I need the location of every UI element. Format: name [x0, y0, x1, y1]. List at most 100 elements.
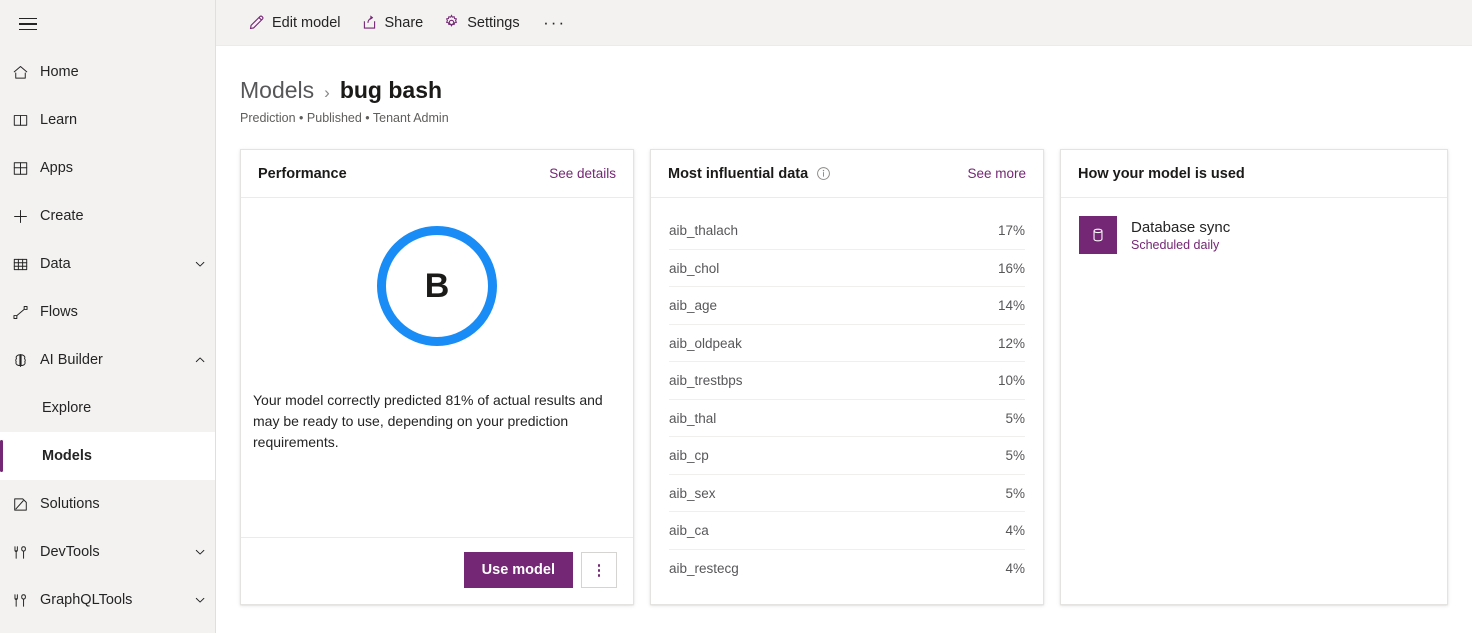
- sidebar-item-data[interactable]: Data: [0, 240, 215, 288]
- sidebar-item-label: Apps: [40, 160, 215, 176]
- see-details-link[interactable]: See details: [549, 166, 616, 181]
- sidebar-item-models[interactable]: Models: [0, 432, 215, 480]
- influential-data-row: aib_ca4%: [669, 512, 1025, 550]
- cards-row: Performance See details B Your model cor…: [240, 149, 1448, 605]
- sidebar-item-label: GraphQLTools: [40, 592, 185, 608]
- overflow-menu-button[interactable]: ···: [538, 7, 572, 39]
- edit-model-button[interactable]: Edit model: [240, 7, 349, 39]
- sidebar-item-label: Learn: [40, 112, 215, 128]
- influential-data-name: aib_age: [669, 298, 998, 313]
- influential-data-name: aib_cp: [669, 448, 1005, 463]
- performance-card-footer: Use model: [241, 537, 633, 604]
- performance-card: Performance See details B Your model cor…: [240, 149, 634, 605]
- sidebar-item-home[interactable]: Home: [0, 48, 215, 96]
- influential-data-name: aib_oldpeak: [669, 336, 998, 351]
- usage-card-body: Database sync Scheduled daily: [1061, 198, 1447, 604]
- chevron-down-icon[interactable]: [185, 593, 215, 607]
- usage-item-subtitle: Scheduled daily: [1131, 238, 1230, 252]
- sidebar-item-label: Models: [42, 448, 215, 464]
- performance-more-options-button[interactable]: [581, 552, 617, 588]
- sidebar-nav: Home Learn Apps Create Data Flows AI Builder Ex…: [0, 48, 215, 624]
- influential-data-name: aib_sex: [669, 486, 1005, 501]
- influential-card-body: aib_thalach17%aib_chol16%aib_age14%aib_o…: [651, 198, 1043, 604]
- influential-card-title-text: Most influential data: [668, 166, 808, 182]
- performance-description: Your model correctly predicted 81% of ac…: [241, 390, 633, 453]
- edit-model-label: Edit model: [272, 15, 341, 31]
- breadcrumb-parent-link[interactable]: Models: [240, 78, 314, 103]
- sidebar-item-label: DevTools: [40, 544, 185, 560]
- settings-button[interactable]: Settings: [435, 7, 527, 39]
- flow-icon: [12, 302, 40, 322]
- grade-ring: B: [377, 226, 497, 346]
- brain-icon: [12, 350, 40, 370]
- grade-gauge: B: [241, 198, 633, 346]
- sidebar: Home Learn Apps Create Data Flows AI Builder Ex…: [0, 0, 216, 633]
- sidebar-item-flows[interactable]: Flows: [0, 288, 215, 336]
- influential-data-value: 17%: [998, 223, 1025, 238]
- influential-data-name: aib_trestbps: [669, 373, 998, 388]
- usage-item[interactable]: Database sync Scheduled daily: [1079, 216, 1429, 254]
- apps-icon: [12, 158, 40, 178]
- sidebar-item-learn[interactable]: Learn: [0, 96, 215, 144]
- chevron-up-icon[interactable]: [185, 353, 215, 367]
- tools-icon: [12, 542, 40, 562]
- sidebar-item-label: Flows: [40, 304, 215, 320]
- use-model-button[interactable]: Use model: [464, 552, 573, 588]
- influential-data-row: aib_age14%: [669, 287, 1025, 325]
- influential-data-name: aib_thal: [669, 411, 1005, 426]
- influential-data-row: aib_chol16%: [669, 250, 1025, 288]
- influential-data-row: aib_sex5%: [669, 475, 1025, 513]
- main-content: Edit model Share: [216, 0, 1472, 633]
- influential-card-header: Most influential data See more: [651, 150, 1043, 198]
- sidebar-item-explore[interactable]: Explore: [0, 384, 215, 432]
- influential-data-name: aib_thalach: [669, 223, 998, 238]
- see-more-link[interactable]: See more: [967, 166, 1026, 181]
- command-bar: Edit model Share: [216, 0, 1472, 46]
- influential-data-name: aib_restecg: [669, 561, 1005, 576]
- influential-data-row: aib_oldpeak12%: [669, 325, 1025, 363]
- database-icon: [1079, 216, 1117, 254]
- influential-data-name: aib_chol: [669, 261, 998, 276]
- chevron-down-icon[interactable]: [185, 545, 215, 559]
- sidebar-item-solutions[interactable]: Solutions: [0, 480, 215, 528]
- usage-card: How your model is used Database sync Sche…: [1060, 149, 1448, 605]
- sidebar-item-label: Explore: [42, 400, 215, 416]
- influential-data-row: aib_thal5%: [669, 400, 1025, 438]
- grade-letter: B: [425, 269, 450, 303]
- info-icon[interactable]: [816, 166, 831, 181]
- settings-label: Settings: [467, 15, 519, 31]
- page-container: Models › bug bash Prediction • Published…: [216, 46, 1472, 605]
- sidebar-item-apps[interactable]: Apps: [0, 144, 215, 192]
- sidebar-item-label: AI Builder: [40, 352, 185, 368]
- sidebar-item-ai-builder[interactable]: AI Builder: [0, 336, 215, 384]
- influential-data-value: 12%: [998, 336, 1025, 351]
- breadcrumb: Models › bug bash: [240, 78, 1448, 103]
- sidebar-item-label: Data: [40, 256, 185, 272]
- usage-card-header: How your model is used: [1061, 150, 1447, 198]
- sidebar-item-create[interactable]: Create: [0, 192, 215, 240]
- performance-card-header: Performance See details: [241, 150, 633, 198]
- table-icon: [12, 254, 40, 274]
- usage-item-title: Database sync: [1131, 219, 1230, 236]
- performance-card-title: Performance: [258, 166, 549, 182]
- hamburger-icon[interactable]: [4, 0, 52, 48]
- influential-data-name: aib_ca: [669, 523, 1005, 538]
- gear-icon: [443, 14, 460, 31]
- page-title: bug bash: [340, 78, 442, 103]
- influential-card-title: Most influential data: [668, 166, 967, 182]
- sidebar-item-graphqltools[interactable]: GraphQLTools: [0, 576, 215, 624]
- influential-data-value: 5%: [1005, 448, 1025, 463]
- influential-data-row: aib_restecg4%: [669, 550, 1025, 588]
- sidebar-item-label: Home: [40, 64, 215, 80]
- solutions-icon: [12, 494, 40, 514]
- influential-data-value: 4%: [1005, 523, 1025, 538]
- sidebar-item-devtools[interactable]: DevTools: [0, 528, 215, 576]
- chevron-right-icon: ›: [324, 84, 330, 103]
- influential-data-list: aib_thalach17%aib_chol16%aib_age14%aib_o…: [651, 198, 1043, 587]
- sidebar-item-label: Create: [40, 208, 215, 224]
- sidebar-item-label: Solutions: [40, 496, 215, 512]
- share-button[interactable]: Share: [353, 7, 432, 39]
- influential-data-value: 16%: [998, 261, 1025, 276]
- share-icon: [361, 14, 378, 31]
- chevron-down-icon[interactable]: [185, 257, 215, 271]
